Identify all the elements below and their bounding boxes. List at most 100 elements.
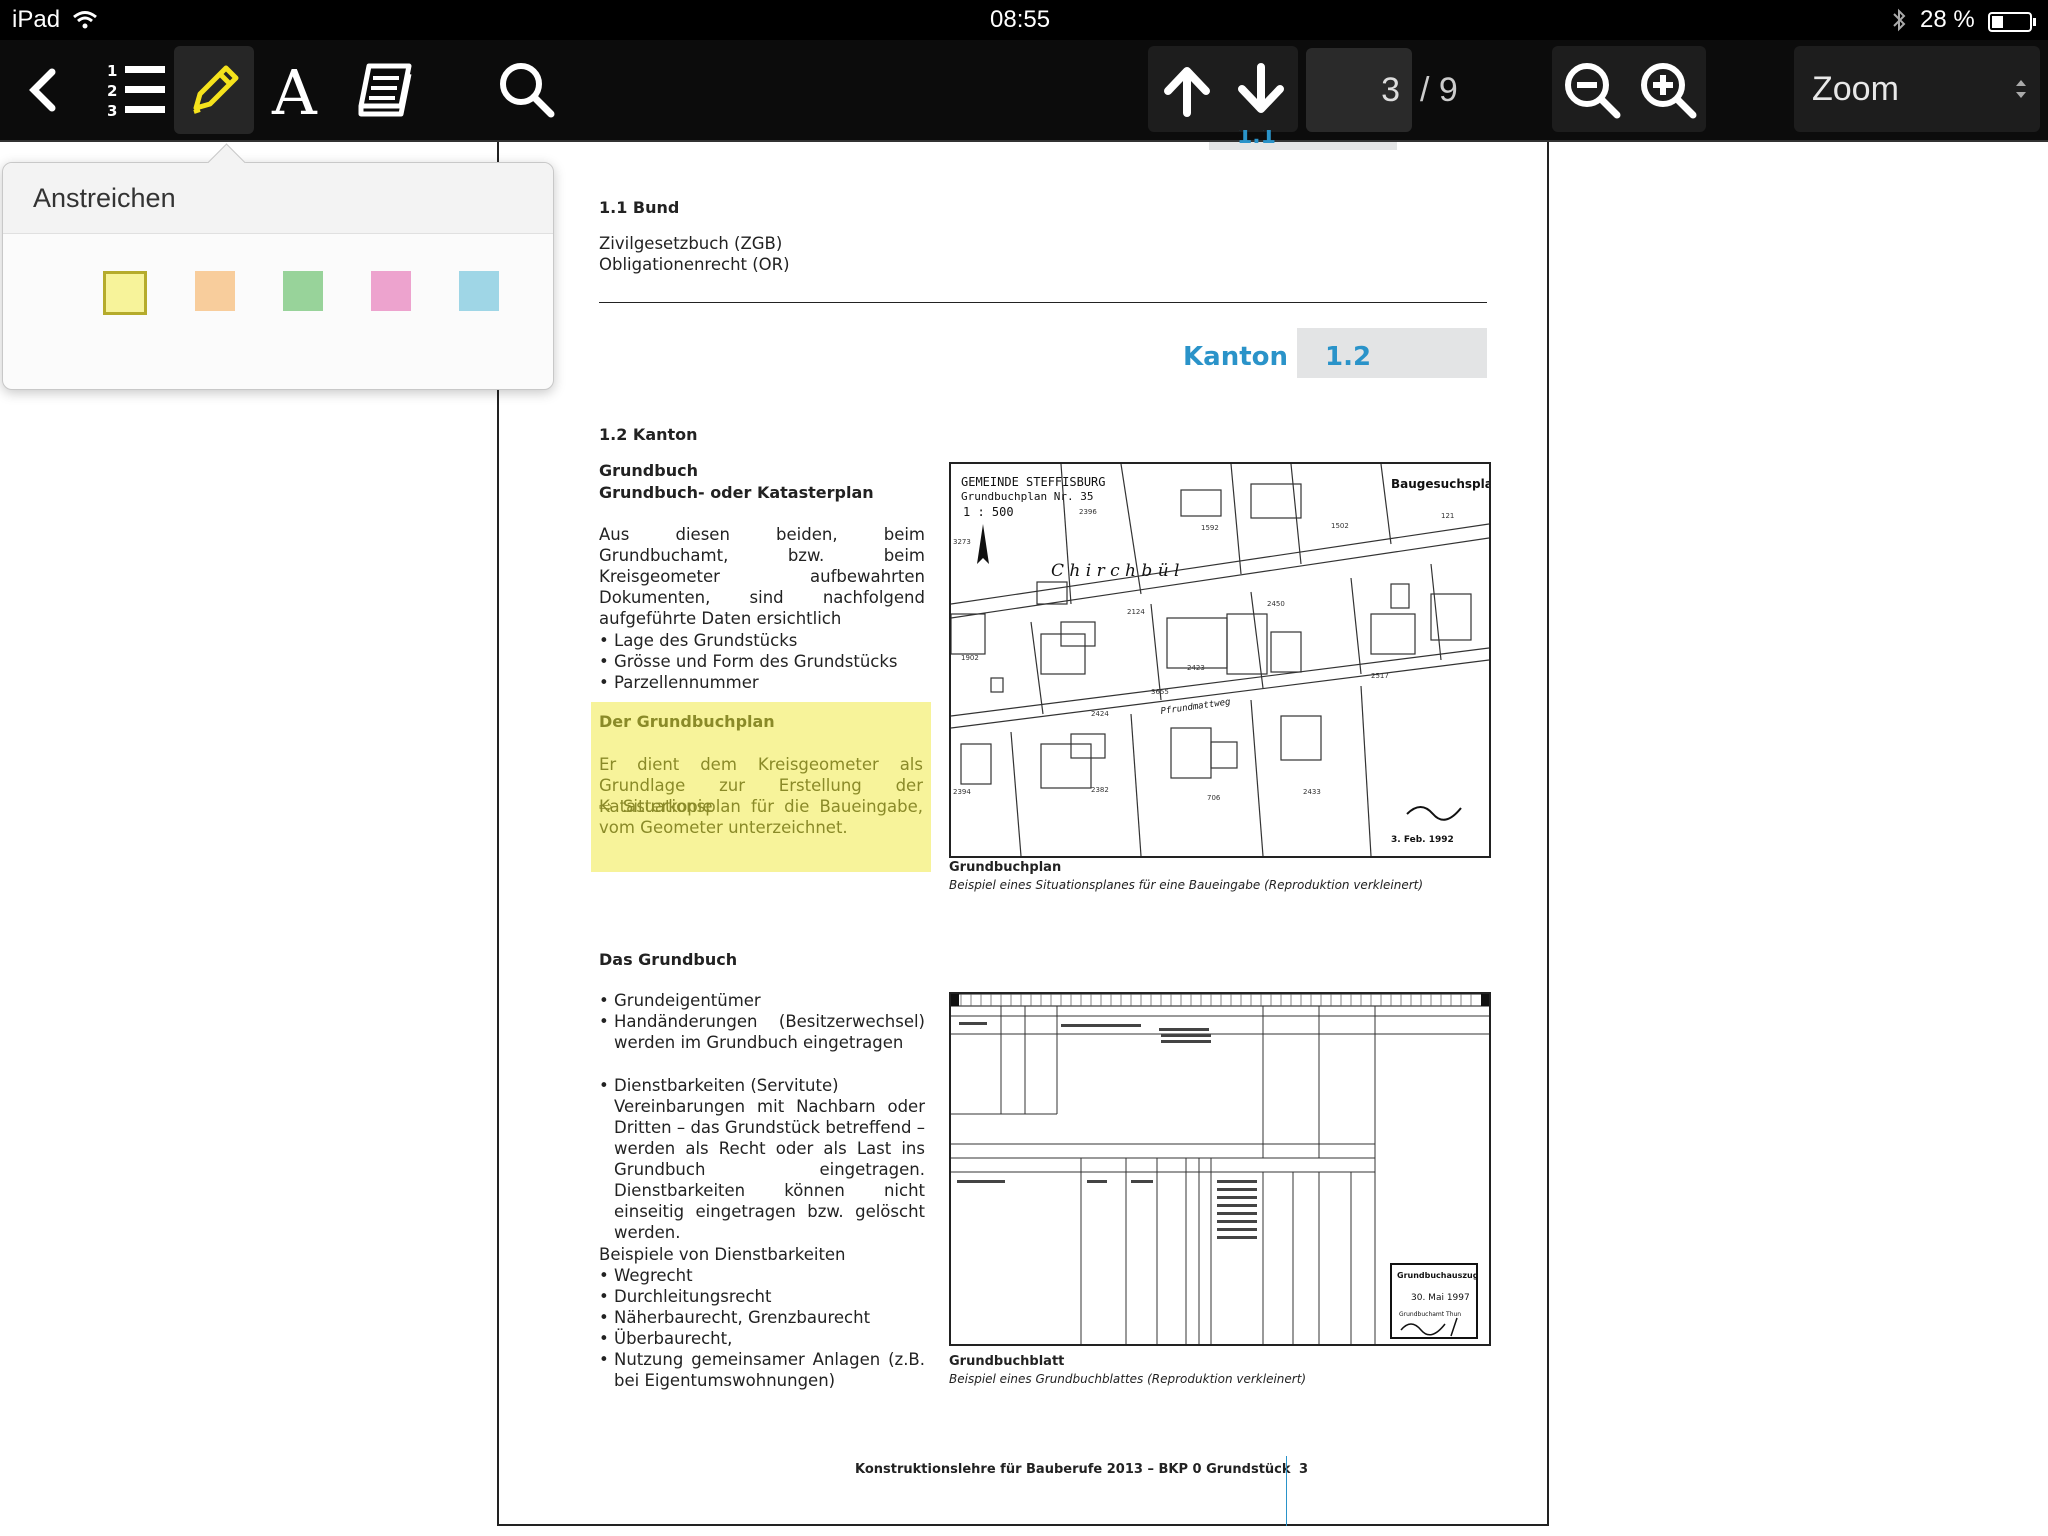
toolbar: 1 2 3 A 3 / 9 Zoom: [0, 40, 2048, 142]
arrow-up-icon: [1164, 67, 1210, 117]
figure-2-subcaption: Beispiel eines Grundbuchblattes (Reprodu…: [949, 1372, 1307, 1386]
status-bar: iPad 08:55 28 %: [0, 0, 2048, 40]
figure-1-subcaption: Beispiel eines Situationsplanes für eine…: [949, 878, 1424, 892]
color-swatch-pink[interactable]: [371, 271, 411, 311]
clock: 08:55: [990, 6, 1051, 33]
list-item: Grösse und Form des Grundstücks: [599, 651, 929, 672]
figure-grundbuchplan: GEMEINDE STEFFISBURG Grundbuchplan Nr. 3…: [949, 462, 1501, 858]
zoom-in-button[interactable]: [1630, 40, 1706, 140]
list-item: Parzellennummer: [599, 672, 929, 693]
highlight-title: Der Grundbuchplan: [599, 712, 775, 731]
grundbuch-heading: Grundbuch: [599, 461, 698, 480]
svg-text:2: 2: [107, 82, 117, 100]
popover-title: Anstreichen: [33, 183, 176, 213]
figure-1-caption: Grundbuchplan: [949, 860, 1062, 875]
zoom-in-icon: [1641, 63, 1697, 119]
svg-text:1: 1: [107, 62, 117, 80]
parcel-label: 2450: [1267, 600, 1285, 608]
bluetooth-icon: [1892, 8, 1906, 39]
section-heading-bund: 1.1 Bund: [599, 198, 680, 217]
list-item: Wegrecht: [599, 1265, 925, 1286]
battery-icon: [1988, 11, 2038, 39]
list-item: Handänderungen (Besitzerwechsel) werden …: [599, 1011, 925, 1053]
bullet-list-3: Dienstbarkeiten (Servitute) Vereinbarunge…: [599, 1075, 925, 1243]
map-plan-nr: Grundbuchplan Nr. 35: [961, 490, 1093, 503]
wifi-icon: [72, 9, 98, 37]
band-fragment-number-text: 1.1: [1237, 130, 1276, 149]
highlight-annotation[interactable]: Der Grundbuchplan Er dient dem Kreisgeom…: [591, 702, 931, 872]
signature: [1406, 806, 1462, 821]
highlight-text-2: ⇨ Situationsplan für die Baueingabe, vom…: [599, 797, 923, 837]
map-street: C h i r c h b ü l: [1051, 561, 1180, 581]
search-button[interactable]: [492, 40, 562, 140]
list-item: Nutzung gemeinsamer Anlagen (z.B. bei Ei…: [599, 1349, 925, 1391]
parcel-label: 2394: [953, 788, 971, 796]
grundbuch-sheet: Grundbuchauszug 30. Mai 1997 Grundbucham…: [950, 993, 1490, 1344]
bullet-list-1: Lage des Grundstücks Grösse und Form des…: [599, 630, 929, 693]
notes-button[interactable]: [350, 40, 420, 140]
svg-text:3: 3: [107, 102, 117, 120]
color-swatch-green[interactable]: [283, 271, 323, 311]
parcel-label: 2382: [1091, 786, 1109, 794]
text-icon: A: [271, 60, 318, 120]
text-or: Obligationenrecht (OR): [599, 255, 790, 274]
select-arrows-icon: [2014, 77, 2028, 101]
color-swatch-blue[interactable]: [459, 271, 499, 311]
list-item: Überbaurecht,: [599, 1328, 925, 1349]
grundbuch-paragraph: Aus diesen beiden, beim Grundbuchamt, bz…: [599, 525, 925, 628]
list-item: Lage des Grundstücks: [599, 630, 929, 651]
beispiele-heading: Beispiele von Dienstbarkeiten: [599, 1245, 846, 1264]
parcel-label: 2433: [1303, 788, 1321, 796]
next-page-button[interactable]: [1224, 40, 1298, 140]
previous-page-button[interactable]: [1150, 40, 1224, 140]
das-grundbuch-heading: Das Grundbuch: [599, 950, 738, 969]
parcel-label: 3273: [953, 538, 971, 546]
svg-text:A: A: [271, 60, 318, 120]
color-swatch-yellow[interactable]: [103, 271, 147, 315]
north-arrow-icon: [977, 524, 989, 564]
stamp-office: Grundbuchamt Thun: [1399, 1311, 1461, 1318]
zoom-out-button[interactable]: [1554, 40, 1630, 140]
highlight-button[interactable]: [174, 46, 254, 134]
band-number: 1.2: [1325, 342, 1372, 372]
bullet-list-2: Grundeigentümer Handänderungen (Besitzer…: [599, 990, 925, 1053]
zoom-select[interactable]: Zoom: [1794, 46, 2040, 132]
document-page[interactable]: 1.1 1.1 Bund Zivilgesetzbuch (ZGB) Oblig…: [497, 130, 1549, 1526]
parcel-label: 121: [1441, 512, 1454, 520]
page-number-input[interactable]: 3: [1306, 48, 1412, 132]
parcel-label: 2124: [1127, 608, 1145, 616]
list-item: Dienstbarkeiten (Servitute) Vereinbarunge…: [599, 1075, 925, 1243]
stamp-date: 30. Mai 1997: [1411, 1293, 1470, 1303]
footer-page-number: 3: [1299, 1462, 1309, 1477]
section-heading-kanton: 1.2 Kanton: [599, 425, 698, 444]
band-title: Kanton: [1183, 342, 1289, 372]
parcel-label: 1502: [1331, 522, 1349, 530]
highlight-popover: Anstreichen: [2, 143, 554, 390]
back-button[interactable]: [14, 40, 70, 140]
divider: [599, 302, 1487, 303]
color-swatch-orange[interactable]: [195, 271, 235, 311]
parcel-label: 2396: [1079, 508, 1097, 516]
toc-button[interactable]: 1 2 3: [100, 40, 170, 140]
parcel-label: 3655: [1151, 688, 1169, 696]
zoom-out-icon: [1565, 63, 1621, 119]
zoom-select-label: Zoom: [1812, 70, 1899, 108]
footer-rule: [1286, 1456, 1287, 1526]
list-item-title: Dienstbarkeiten (Servitute): [614, 1076, 839, 1095]
figure-grundbuchblatt: Grundbuchauszug 30. Mai 1997 Grundbucham…: [949, 992, 1491, 1346]
figure-2-caption: Grundbuchblatt: [949, 1354, 1065, 1369]
text-style-button[interactable]: A: [266, 40, 330, 140]
text-zgb: Zivilgesetzbuch (ZGB): [599, 234, 783, 253]
band-fragment-number: 1.1: [1209, 130, 1397, 150]
grundbuch-subheading: Grundbuch- oder Katasterplan: [599, 483, 874, 502]
list-item: Näherbaurecht, Grenzbaurecht: [599, 1307, 925, 1328]
list-item: Durchleitungsrecht: [599, 1286, 925, 1307]
map-date: 3. Feb. 1992: [1391, 835, 1454, 845]
parcel-label: 1902: [961, 654, 979, 662]
list-item: Grundeigentümer: [599, 990, 925, 1011]
footer-text: Konstruktionslehre für Bauberufe 2013 – …: [855, 1462, 1291, 1477]
notebook-icon: [358, 63, 412, 117]
cadastral-map: GEMEINDE STEFFISBURG Grundbuchplan Nr. 3…: [950, 463, 1501, 857]
parcel-label: 2423: [1187, 664, 1205, 672]
parcel-label: 2517: [1371, 672, 1389, 680]
